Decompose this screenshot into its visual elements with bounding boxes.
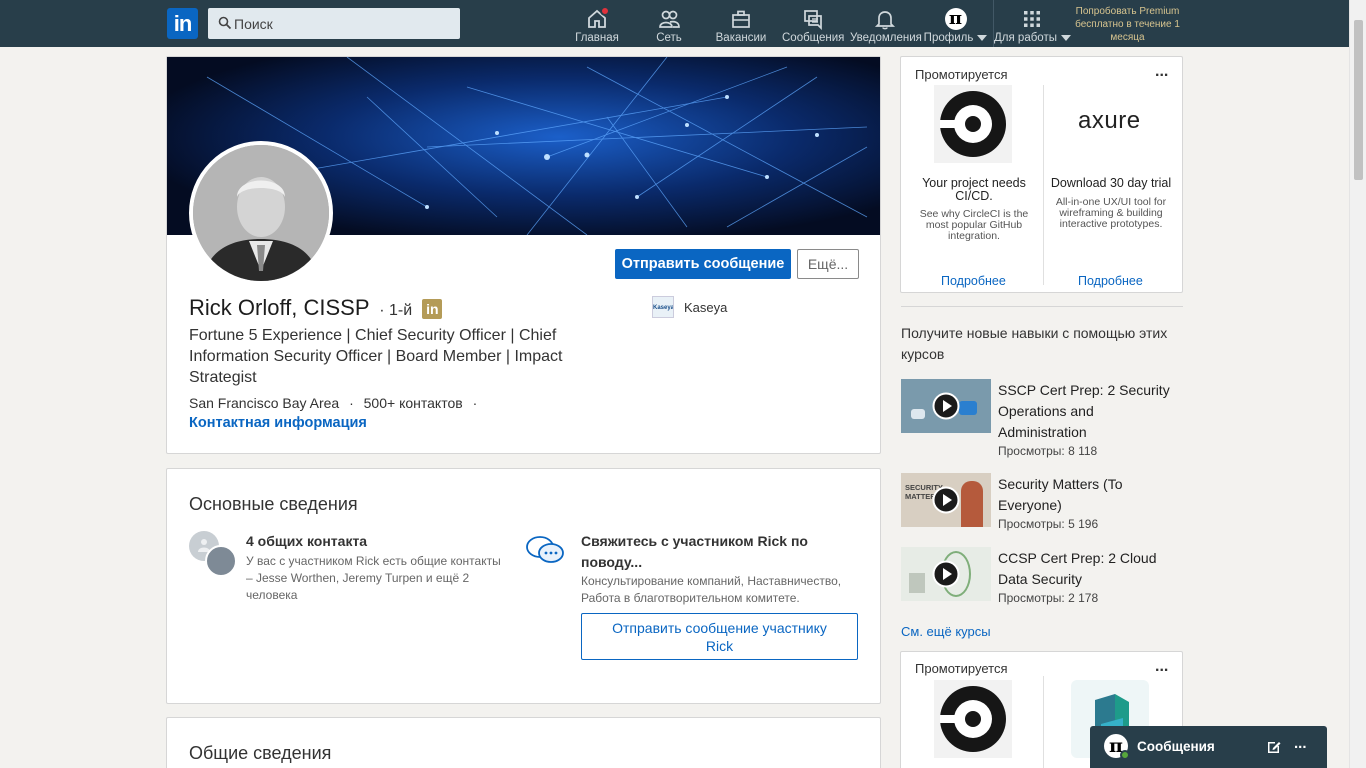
messaging-more-button[interactable]: ... [1294,735,1307,752]
ad-desc: All-in-one UX/UI tool for wireframing & … [1055,196,1167,230]
grid-apps-icon [1023,11,1040,27]
highlights-title: Основные сведения [189,494,358,514]
chevron-down-icon [977,34,988,41]
reach-out-title: Свяжитесь с участником Rick по поводу... [581,533,808,570]
thumb-shape [909,573,925,593]
course-views: Просмотры: 8 118 [998,444,1098,458]
ad-desc: See why CircleCI is the most popular Git… [919,208,1029,242]
nav-for-business-label: Для работы [994,32,1071,44]
thumb-shape [959,401,977,415]
profile-avatar-icon: π [944,8,967,30]
nav-notifications-label: Уведомления [850,32,922,44]
ad-options-button[interactable]: ... [1155,658,1168,676]
briefcase-icon [732,10,750,28]
thumb-shape [911,409,925,419]
send-message-button[interactable]: Отправить сообщение [615,249,791,279]
top-navigation: in Главная Сеть Вакансии Сообщения Уведо… [0,0,1366,47]
circleci-logo [934,85,1012,163]
course-title[interactable]: SSCP Cert Prep: 2 Security Operations an… [998,380,1183,443]
company-name: Kaseya [684,299,728,315]
profile-top-card: Отправить сообщение Ещё... Rick Orloff, … [166,56,881,454]
message-rick-button[interactable]: Отправить сообщение участнику Rick [581,613,858,660]
ad-title: Your project needs CI/CD. [922,176,1026,203]
linkedin-logo[interactable]: in [167,8,198,39]
nav-home-label: Главная [575,32,619,44]
page-scrollbar[interactable] [1349,0,1366,768]
online-status-dot [1120,750,1130,760]
nav-profile-label: Профиль [923,32,988,44]
nav-jobs-label: Вакансии [715,32,767,44]
promoted-label: Промотируется [915,661,1008,676]
network-icon [659,10,680,28]
course-title[interactable]: CCSP Cert Prep: 2 Cloud Data Security [998,548,1183,590]
nav-network[interactable]: Сеть [648,0,690,47]
section-divider [901,306,1183,307]
current-company[interactable]: Kaseya Kaseya [652,296,727,318]
highlights-card: Основные сведения 4 общих контакта У вас… [166,468,881,704]
messaging-label: Сообщения [1137,739,1215,754]
play-icon [932,486,960,514]
ad-title: Download 30 day trial [1050,176,1172,190]
more-actions-button[interactable]: Ещё... [797,249,859,279]
person-photo-image [193,145,329,281]
course-views: Просмотры: 2 178 [998,591,1099,605]
promoted-ads-card: Промотируется ... Your project needs CI/… [900,56,1183,293]
search-icon [218,16,232,30]
about-card: Общие сведения [166,717,881,768]
ad-cta-link[interactable]: Подробнее [941,274,1006,288]
meta-separator: · [349,395,354,411]
profile-headline: Fortune 5 Experience | Chief Security Of… [189,327,563,386]
nav-notifications[interactable]: Уведомления [850,0,922,47]
bell-icon [874,11,896,30]
ad-cta-link[interactable]: Подробнее [1078,274,1143,288]
contact-info-link[interactable]: Контактная информация [189,415,367,431]
nav-home[interactable]: Главная [572,0,622,47]
play-icon [932,392,960,420]
mutual-connections-desc: У вас с участником Rick есть общие конта… [246,554,501,602]
thumb-shape [961,481,983,527]
reach-out-desc: Консультирование компаний, Наставничеств… [581,574,842,605]
circleci-logo[interactable] [934,680,1012,758]
chat-bubbles-icon [526,536,564,563]
nav-profile[interactable]: π Профиль [923,0,988,47]
mutual-avatars[interactable] [189,531,237,577]
course-title[interactable]: Security Matters (To Everyone) [998,474,1183,516]
play-icon [932,560,960,588]
profile-name-row: Rick Orloff, CISSP · 1-й in [189,295,443,321]
notification-badge [600,6,610,16]
contact-avatar [205,545,237,577]
meta-separator: · [472,395,478,411]
profile-location: San Francisco Bay Area [189,395,340,411]
ads-divider [1043,85,1044,285]
nav-for-business[interactable]: Для работы [994,0,1071,47]
connection-degree: · 1-й [379,302,413,319]
about-title: Общие сведения [189,743,332,763]
nav-jobs[interactable]: Вакансии [714,0,768,47]
ads-divider [1043,676,1044,768]
messages-icon [804,10,822,30]
nav-network-label: Сеть [656,32,682,44]
mutual-connections-title[interactable]: 4 общих контакта [246,533,367,549]
company-logo: Kaseya [652,296,674,318]
courses-heading: Получите новые навыки с помощью этих кур… [901,325,1168,362]
search-box[interactable] [208,8,460,39]
profile-meta: San Francisco Bay Area · 500+ контактов … [189,395,483,411]
nav-messaging-label: Сообщения [782,32,845,44]
messaging-bar[interactable]: π Сообщения ... [1090,726,1327,768]
profile-photo[interactable] [189,141,333,285]
profile-name: Rick Orloff, CISSP [189,295,370,320]
premium-upsell-link[interactable]: Попробовать Premium бесплатно в течение … [1070,5,1185,44]
ad-options-button[interactable]: ... [1155,63,1168,81]
search-input[interactable] [234,8,454,39]
connections-count[interactable]: 500+ контактов [364,395,463,411]
axure-logo: axure [1078,107,1141,134]
promoted-label: Промотируется [915,67,1008,82]
compose-icon[interactable] [1266,739,1282,755]
see-more-courses-link[interactable]: См. ещё курсы [901,624,991,639]
nav-messaging[interactable]: Сообщения [782,0,844,47]
linkedin-premium-icon: in [422,299,443,320]
course-views: Просмотры: 5 196 [998,517,1099,531]
scrollbar-thumb[interactable] [1354,20,1363,180]
